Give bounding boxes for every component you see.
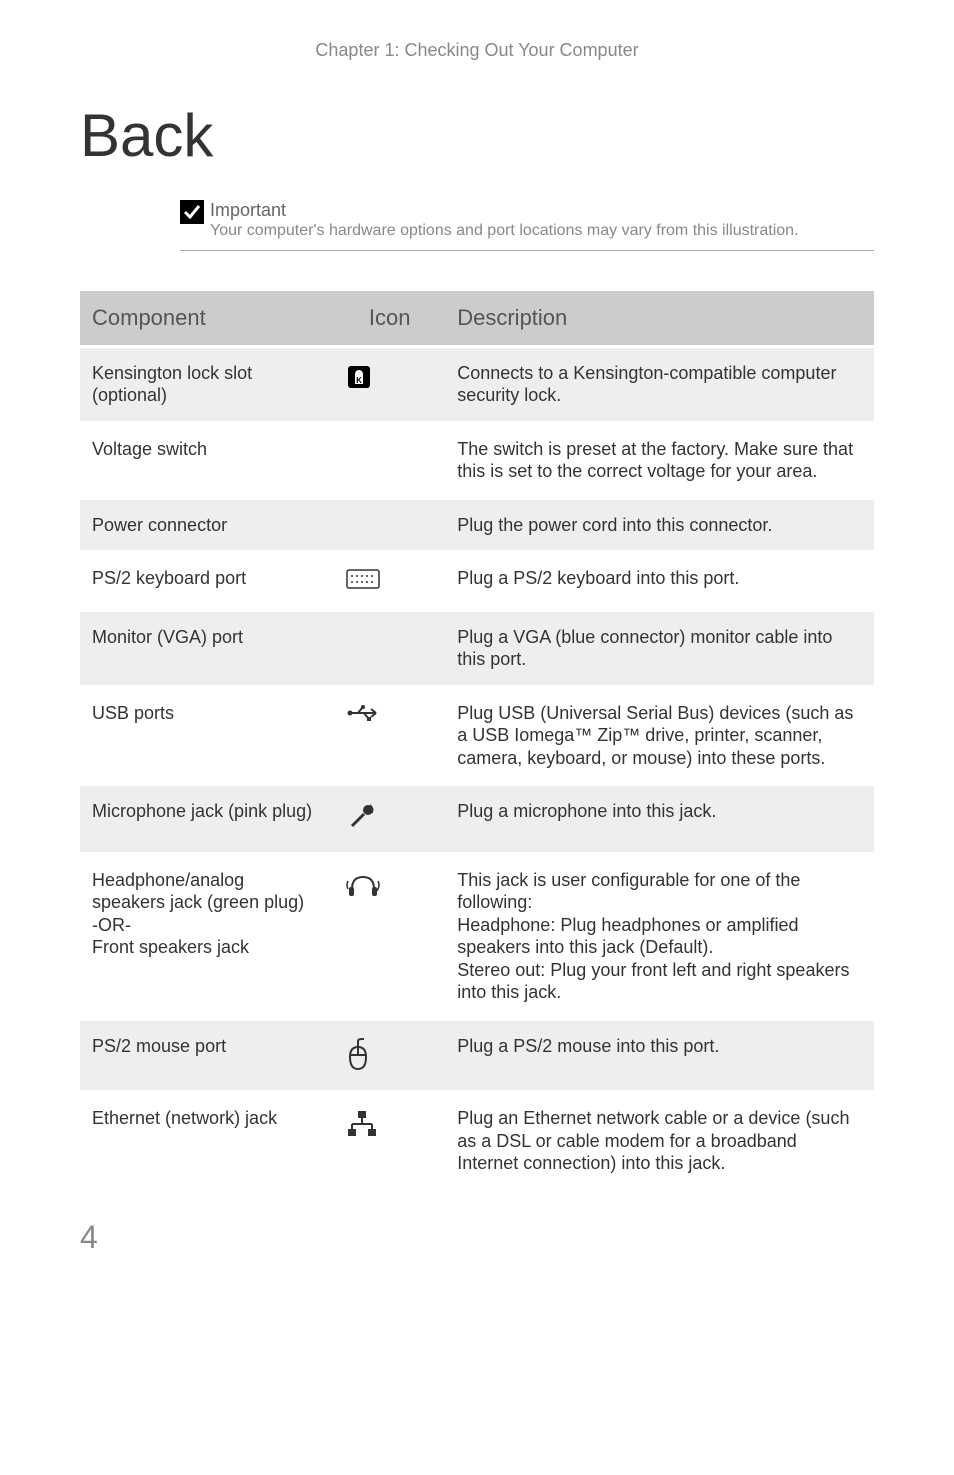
icon-cell bbox=[334, 686, 445, 785]
callout-text: Your computer's hardware options and por… bbox=[210, 221, 799, 242]
header-description: Description bbox=[445, 291, 874, 347]
description-cell: Plug the power cord into this connector. bbox=[445, 498, 874, 552]
table-row: Voltage switch The switch is preset at t… bbox=[80, 422, 874, 498]
description-cell: Plug a PS/2 mouse into this port. bbox=[445, 1019, 874, 1092]
svg-text:K: K bbox=[356, 376, 362, 385]
table-row: Monitor (VGA) port Plug a VGA (blue conn… bbox=[80, 610, 874, 686]
usb-icon bbox=[346, 706, 382, 726]
section-title: Back bbox=[80, 101, 874, 170]
table-row: PS/2 mouse port Plug a PS/2 mouse into t… bbox=[80, 1019, 874, 1092]
mouse-icon bbox=[346, 1055, 370, 1075]
description-cell: Plug a PS/2 keyboard into this port. bbox=[445, 552, 874, 611]
description-cell: Plug a VGA (blue connector) monitor cabl… bbox=[445, 610, 874, 686]
callout-title: Important bbox=[210, 200, 799, 221]
component-cell: Power connector bbox=[80, 498, 334, 552]
table-row: Kensington lock slot (optional) K Connec… bbox=[80, 346, 874, 422]
checkmark-icon bbox=[180, 200, 204, 224]
chapter-heading: Chapter 1: Checking Out Your Computer bbox=[80, 40, 874, 61]
table-row: Microphone jack (pink plug) Plug a micro… bbox=[80, 785, 874, 854]
page-number: 4 bbox=[80, 1219, 874, 1256]
table-row: Ethernet (network) jack Plug an Ethernet… bbox=[80, 1092, 874, 1189]
component-cell: Kensington lock slot (optional) bbox=[80, 346, 334, 422]
microphone-icon bbox=[346, 816, 376, 836]
description-cell: The switch is preset at the factory. Mak… bbox=[445, 422, 874, 498]
important-callout: Important Your computer's hardware optio… bbox=[180, 200, 874, 251]
icon-cell: K bbox=[334, 346, 445, 422]
table-row: USB ports Plug USB (Universal Serial Bus… bbox=[80, 686, 874, 785]
table-row: PS/2 keyboard port Plug a PS/2 keyboard … bbox=[80, 552, 874, 611]
component-cell: PS/2 keyboard port bbox=[80, 552, 334, 611]
icon-cell bbox=[334, 422, 445, 498]
description-cell: Plug a microphone into this jack. bbox=[445, 785, 874, 854]
icon-cell bbox=[334, 552, 445, 611]
component-cell: PS/2 mouse port bbox=[80, 1019, 334, 1092]
network-icon bbox=[346, 1123, 378, 1143]
table-row: Power connector Plug the power cord into… bbox=[80, 498, 874, 552]
header-icon: Icon bbox=[334, 291, 445, 347]
icon-cell bbox=[334, 1019, 445, 1092]
component-cell: Monitor (VGA) port bbox=[80, 610, 334, 686]
headphone-icon bbox=[346, 883, 380, 903]
description-cell: Connects to a Kensington-compatible comp… bbox=[445, 346, 874, 422]
icon-cell bbox=[334, 853, 445, 1019]
ports-table: Component Icon Description Kensington lo… bbox=[80, 291, 874, 1189]
icon-cell bbox=[334, 1092, 445, 1189]
header-component: Component bbox=[80, 291, 334, 347]
description-cell: This jack is user configurable for one o… bbox=[445, 853, 874, 1019]
description-cell: Plug an Ethernet network cable or a devi… bbox=[445, 1092, 874, 1189]
table-row: Headphone/analog speakers jack (green pl… bbox=[80, 853, 874, 1019]
table-header-row: Component Icon Description bbox=[80, 291, 874, 347]
description-cell: Plug USB (Universal Serial Bus) devices … bbox=[445, 686, 874, 785]
keyboard-icon bbox=[346, 573, 380, 593]
icon-cell bbox=[334, 610, 445, 686]
icon-cell bbox=[334, 498, 445, 552]
component-cell: Ethernet (network) jack bbox=[80, 1092, 334, 1189]
lock-icon: K bbox=[346, 374, 372, 394]
icon-cell bbox=[334, 785, 445, 854]
component-cell: Microphone jack (pink plug) bbox=[80, 785, 334, 854]
component-cell: Headphone/analog speakers jack (green pl… bbox=[80, 853, 334, 1019]
component-cell: Voltage switch bbox=[80, 422, 334, 498]
component-cell: USB ports bbox=[80, 686, 334, 785]
